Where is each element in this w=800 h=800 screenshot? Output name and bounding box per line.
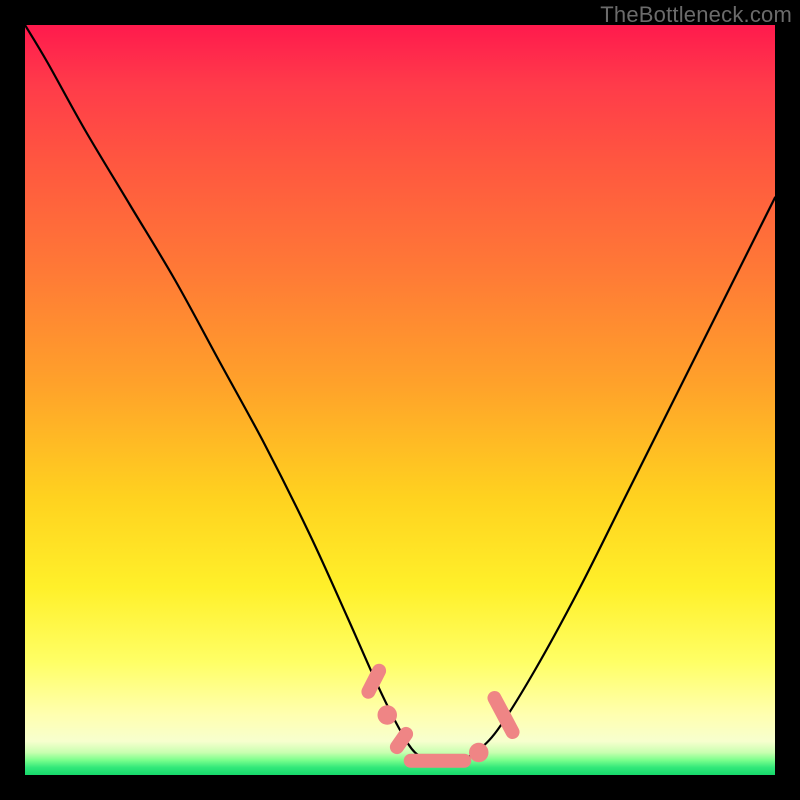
marker-dot <box>378 705 398 725</box>
marker-pill <box>485 689 522 742</box>
chart-frame: TheBottleneck.com <box>0 0 800 800</box>
bottleneck-curve <box>25 25 775 761</box>
marker-pill <box>359 661 388 701</box>
chart-svg <box>25 25 775 775</box>
plot-area <box>25 25 775 775</box>
marker-pill <box>404 754 472 768</box>
marker-pill <box>387 724 416 757</box>
marker-layer <box>359 661 522 767</box>
marker-dot <box>469 743 489 763</box>
